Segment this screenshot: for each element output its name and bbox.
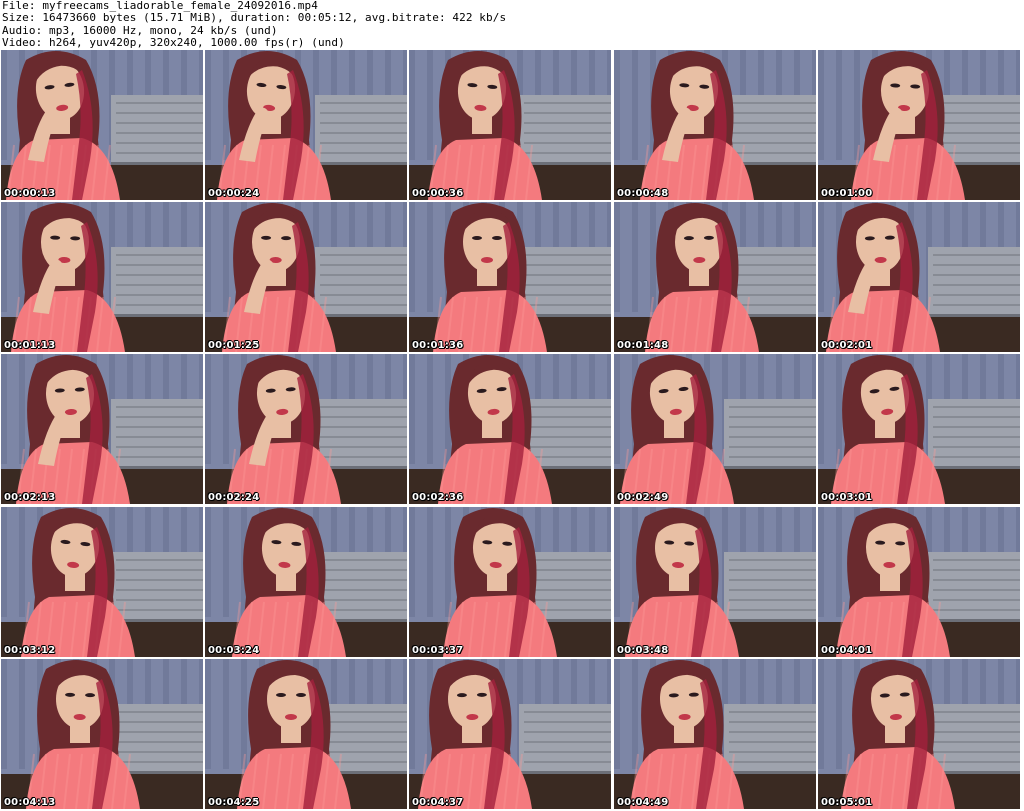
file-name-line: File: myfreecams_liadorable_female_24092…: [2, 0, 318, 12]
thumbnail-timestamp: 00:03:01: [821, 492, 873, 503]
webcam-still-image: [818, 507, 1020, 657]
webcam-still-image: [614, 354, 816, 504]
thumbnail-timestamp: 00:02:36: [412, 492, 464, 503]
webcam-still-image: [1, 50, 203, 200]
thumbnail-frame: 00:00:13: [1, 50, 203, 200]
thumbnail-timestamp: 00:00:36: [412, 188, 464, 199]
thumbnail-timestamp: 00:04:37: [412, 797, 464, 808]
thumbnail-frame: 00:01:36: [409, 202, 611, 352]
thumbnail-frame: 00:00:24: [205, 50, 407, 200]
thumbnail-timestamp: 00:01:13: [4, 340, 56, 351]
thumbnail-frame: 00:01:48: [614, 202, 816, 352]
thumbnail-timestamp: 00:03:12: [4, 645, 56, 656]
webcam-still-image: [409, 507, 611, 657]
thumbnail-frame: 00:04:49: [614, 659, 816, 809]
thumbnail-timestamp: 00:02:49: [617, 492, 669, 503]
thumbnail-timestamp: 00:01:48: [617, 340, 669, 351]
thumbnail-timestamp: 00:02:01: [821, 340, 873, 351]
webcam-still-image: [818, 659, 1020, 809]
webcam-still-image: [818, 202, 1020, 352]
thumbnail-frame: 00:02:36: [409, 354, 611, 504]
thumbnail-frame: 00:01:25: [205, 202, 407, 352]
thumbnail-timestamp: 00:01:25: [208, 340, 260, 351]
thumbnail-frame: 00:04:37: [409, 659, 611, 809]
thumbnail-timestamp: 00:03:48: [617, 645, 669, 656]
thumbnail-frame: 00:04:13: [1, 659, 203, 809]
webcam-still-image: [205, 202, 407, 352]
thumbnail-frame: 00:02:01: [818, 202, 1020, 352]
thumbnail-timestamp: 00:03:24: [208, 645, 260, 656]
thumbnail-timestamp: 00:05:01: [821, 797, 873, 808]
thumbnail-timestamp: 00:04:01: [821, 645, 873, 656]
webcam-still-image: [818, 50, 1020, 200]
webcam-still-image: [614, 507, 816, 657]
audio-info-line: Audio: mp3, 16000 Hz, mono, 24 kb/s (und…: [2, 24, 278, 37]
thumbnail-frame: 00:03:48: [614, 507, 816, 657]
webcam-still-image: [818, 354, 1020, 504]
file-info-header: File: myfreecams_liadorable_female_24092…: [2, 0, 1022, 50]
webcam-still-image: [1, 354, 203, 504]
thumbnail-timestamp: 00:02:13: [4, 492, 56, 503]
thumbnail-timestamp: 00:00:24: [208, 188, 260, 199]
thumbnail-frame: 00:00:48: [614, 50, 816, 200]
thumbnail-frame: 00:05:01: [818, 659, 1020, 809]
thumbnail-frame: 00:02:24: [205, 354, 407, 504]
thumbnail-frame: 00:02:49: [614, 354, 816, 504]
webcam-still-image: [1, 659, 203, 809]
thumbnail-frame: 00:01:00: [818, 50, 1020, 200]
thumbnail-frame: 00:03:01: [818, 354, 1020, 504]
thumbnail-timestamp: 00:04:25: [208, 797, 260, 808]
thumbnail-frame: 00:01:13: [1, 202, 203, 352]
webcam-still-image: [409, 50, 611, 200]
video-info-line: Video: h264, yuv420p, 320x240, 1000.00 f…: [2, 37, 345, 50]
file-size-line: Size: 16473660 bytes (15.71 MiB), durati…: [2, 12, 507, 25]
webcam-still-image: [409, 659, 611, 809]
thumbnail-frame: 00:00:36: [409, 50, 611, 200]
thumbnail-timestamp: 00:00:48: [617, 188, 669, 199]
thumbnail-frame: 00:03:12: [1, 507, 203, 657]
thumbnail-timestamp: 00:04:49: [617, 797, 669, 808]
thumbnail-timestamp: 00:01:36: [412, 340, 464, 351]
thumbnail-frame: 00:03:24: [205, 507, 407, 657]
webcam-still-image: [614, 50, 816, 200]
webcam-still-image: [409, 354, 611, 504]
thumbnail-timestamp: 00:01:00: [821, 188, 873, 199]
thumbnail-grid: 00:00:13 00:00:24 00:00:36 00:00:48 00:0…: [1, 50, 1023, 810]
webcam-still-image: [1, 507, 203, 657]
webcam-still-image: [409, 202, 611, 352]
thumbnail-timestamp: 00:02:24: [208, 492, 260, 503]
thumbnail-frame: 00:03:37: [409, 507, 611, 657]
webcam-still-image: [205, 659, 407, 809]
thumbnail-frame: 00:04:01: [818, 507, 1020, 657]
webcam-still-image: [205, 507, 407, 657]
thumbnail-frame: 00:04:25: [205, 659, 407, 809]
thumbnail-timestamp: 00:00:13: [4, 188, 56, 199]
webcam-still-image: [614, 659, 816, 809]
thumbnail-timestamp: 00:03:37: [412, 645, 464, 656]
thumbnail-timestamp: 00:04:13: [4, 797, 56, 808]
webcam-still-image: [1, 202, 203, 352]
thumbnail-frame: 00:02:13: [1, 354, 203, 504]
webcam-still-image: [205, 50, 407, 200]
webcam-still-image: [205, 354, 407, 504]
webcam-still-image: [614, 202, 816, 352]
